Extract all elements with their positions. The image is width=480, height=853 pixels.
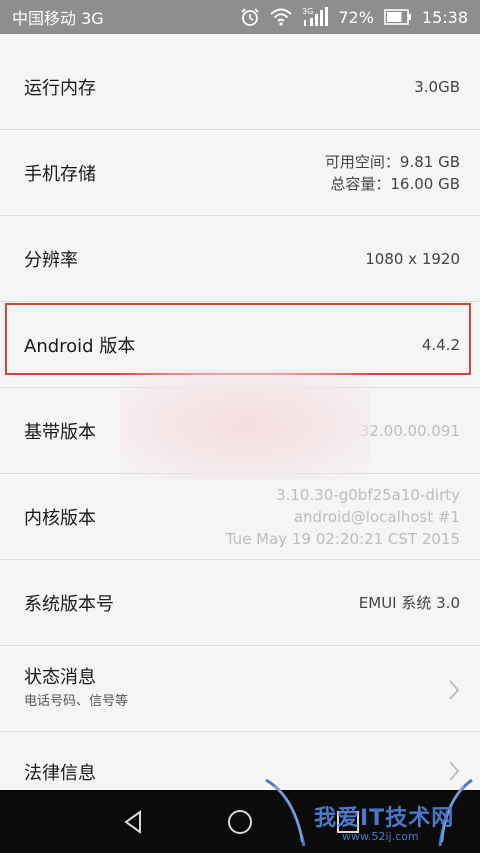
row-baseband: 基带版本 32.00.00.091	[0, 388, 480, 474]
row-resolution-value: 1080 x 1920	[365, 216, 460, 302]
alarm-icon	[240, 7, 260, 27]
row-ram: 运行内存 3.0GB	[0, 44, 480, 130]
ram-value: 3.0GB	[414, 78, 460, 96]
kernel-line-2: android@localhost #1	[293, 508, 460, 526]
row-kernel-label: 内核版本	[24, 508, 96, 529]
build-number-value: EMUI 系统 3.0	[358, 594, 460, 612]
storage-total: 总容量：16.00 GB	[330, 175, 460, 193]
navigation-bar	[0, 790, 480, 853]
resolution-value: 1080 x 1920	[365, 250, 460, 268]
row-kernel-value: 3.10.30-g0bf25a10-dirty android@localhos…	[226, 474, 460, 560]
chevron-right-icon	[449, 761, 460, 781]
row-storage-value: 可用空间：9.81 GB 总容量：16.00 GB	[325, 130, 460, 216]
back-icon[interactable]	[120, 808, 148, 836]
baseband-value: 32.00.00.091	[359, 422, 460, 440]
network-type-label: 3G	[302, 7, 313, 16]
row-storage: 手机存储 可用空间：9.81 GB 总容量：16.00 GB	[0, 130, 480, 216]
row-build-number-label: 系统版本号	[24, 594, 114, 615]
row-build-number-value: EMUI 系统 3.0	[359, 560, 460, 646]
wifi-icon	[270, 8, 292, 26]
battery-icon	[384, 9, 412, 25]
row-android-version-label: Android 版本	[24, 336, 136, 357]
home-icon[interactable]	[226, 808, 254, 836]
row-ram-label: 运行内存	[24, 78, 96, 99]
row-kernel: 内核版本 3.10.30-g0bf25a10-dirty android@loc…	[0, 474, 480, 560]
row-status-labels: 状态消息 电话号码、信号等	[24, 646, 128, 732]
row-status-label: 状态消息	[24, 667, 96, 688]
row-baseband-label: 基带版本	[24, 422, 96, 443]
row-resolution-label: 分辨率	[24, 250, 78, 271]
row-status[interactable]: 状态消息 电话号码、信号等	[0, 646, 480, 732]
battery-percent: 72%	[338, 7, 374, 27]
android-version-value: 4.4.2	[421, 336, 460, 354]
row-ram-value: 3.0GB	[414, 44, 460, 130]
row-status-sublabel: 电话号码、信号等	[24, 694, 129, 709]
storage-available: 可用空间：9.81 GB	[324, 153, 460, 171]
row-android-version-value: 4.4.2	[422, 302, 460, 388]
row-android-version: Android 版本 4.4.2	[0, 302, 480, 388]
chevron-right-icon	[449, 680, 460, 700]
row-storage-label: 手机存储	[24, 164, 96, 185]
carrier-label: 中国移动 3G	[12, 9, 104, 28]
recent-apps-icon[interactable]	[334, 808, 362, 836]
signal-icon: 3G	[302, 6, 329, 28]
clock: 15:38	[421, 7, 468, 27]
kernel-line-3: Tue May 19 02:20:21 CST 2015	[225, 530, 460, 548]
status-bar: 中国移动 3G 3G 72% 15:38	[0, 0, 480, 34]
kernel-line-1: 3.10.30-g0bf25a10-dirty	[276, 486, 460, 504]
row-baseband-value: 32.00.00.091	[360, 388, 460, 474]
status-icons: 3G 72% 15:38	[240, 6, 468, 28]
row-build-number: 系统版本号 EMUI 系统 3.0	[0, 560, 480, 646]
row-resolution: 分辨率 1080 x 1920	[0, 216, 480, 302]
